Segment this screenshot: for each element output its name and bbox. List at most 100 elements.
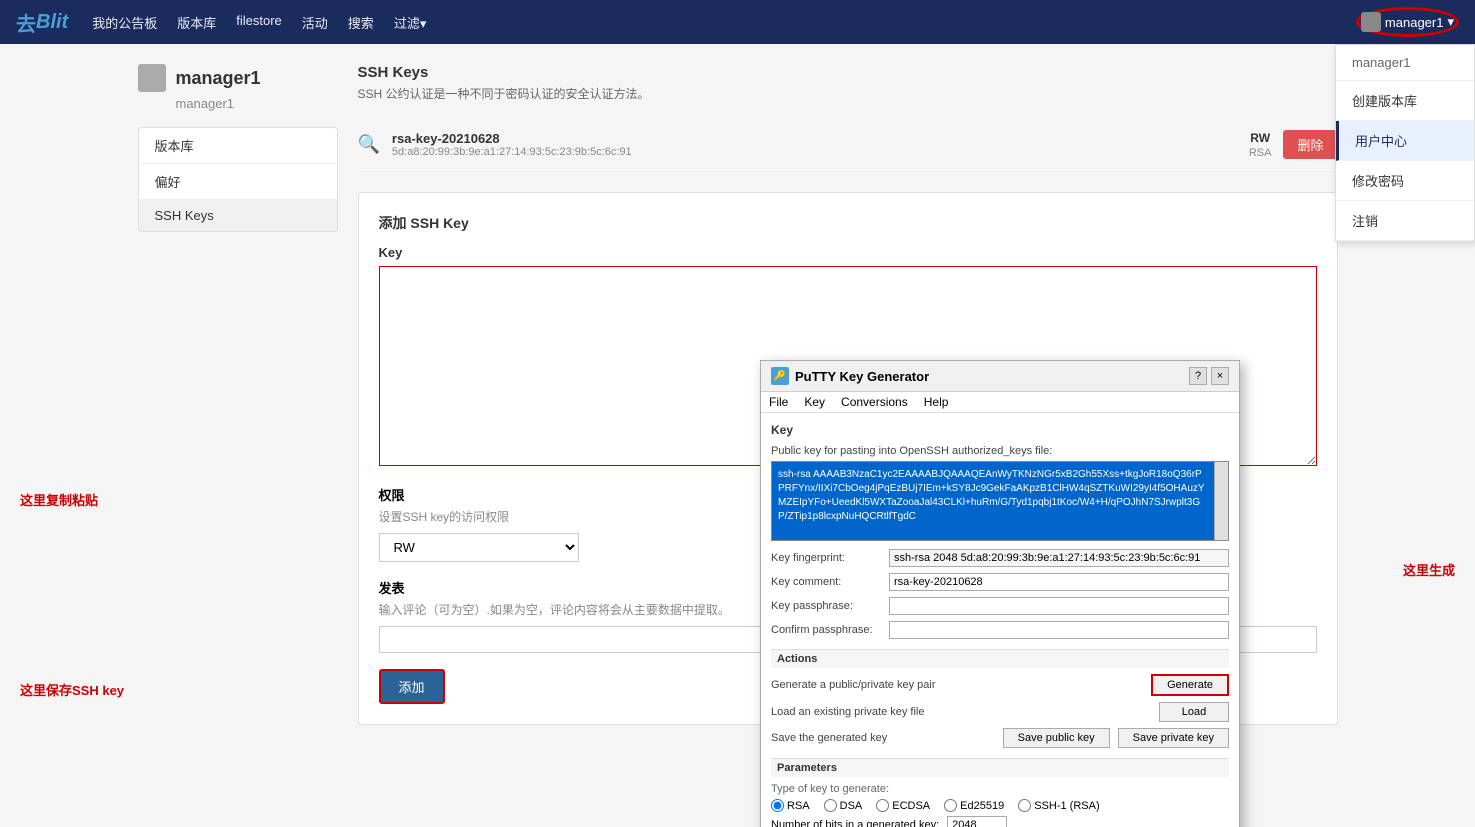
user-avatar — [1361, 12, 1381, 32]
radio-ecdsa-input[interactable] — [876, 799, 889, 812]
putty-save-label: Save the generated key — [771, 732, 995, 744]
permission-rw: RW — [1250, 131, 1270, 145]
radio-rsa[interactable]: RSA — [771, 799, 810, 812]
user-dropdown: manager1 创建版本库 用户中心 修改密码 注销 — [1335, 44, 1475, 242]
putty-comment-input[interactable] — [889, 573, 1229, 591]
putty-generate-label: Generate a public/private key pair — [771, 679, 1143, 691]
putty-public-key-label: Public key for pasting into OpenSSH auth… — [771, 445, 1229, 457]
sidebar-nav: 版本库 偏好 SSH Keys — [138, 127, 338, 232]
avatar — [138, 64, 166, 92]
radio-ed25519[interactable]: Ed25519 — [944, 799, 1004, 812]
dropdown-create-repo[interactable]: 创建版本库 — [1336, 81, 1474, 121]
putty-window: 🔑 PuTTY Key Generator ? × File Key Conve… — [760, 360, 1240, 827]
radio-ssh1-input[interactable] — [1018, 799, 1031, 812]
annotation-copy: 这里复制粘贴 — [20, 490, 98, 509]
putty-menu-file[interactable]: File — [769, 395, 788, 409]
sidebar-item-prefs[interactable]: 偏好 — [139, 164, 337, 200]
ssh-keys-description: SSH 公约认证是一种不同于密码认证的安全认证方法。 — [358, 85, 1338, 102]
radio-dsa[interactable]: DSA — [824, 799, 863, 812]
putty-confirm-row: Confirm passphrase: — [771, 621, 1229, 639]
putty-scrollbar[interactable] — [1214, 462, 1228, 540]
putty-menu-key[interactable]: Key — [804, 395, 825, 409]
user-menu-trigger[interactable]: manager1 ▾ — [1356, 7, 1459, 37]
radio-ed25519-input[interactable] — [944, 799, 957, 812]
radio-ssh1[interactable]: SSH-1 (RSA) — [1018, 799, 1099, 812]
profile-subname: manager1 — [176, 96, 338, 111]
radio-ecdsa-label: ECDSA — [892, 800, 930, 812]
putty-menubar: File Key Conversions Help — [761, 392, 1239, 413]
putty-load-row: Load an existing private key file Load — [771, 702, 1229, 722]
profile-header: manager1 — [138, 64, 338, 92]
annotation-generate: 这里生成 — [1403, 560, 1455, 579]
putty-passphrase-row: Key passphrase: — [771, 597, 1229, 615]
radio-ssh1-label: SSH-1 (RSA) — [1034, 800, 1099, 812]
navbar: 去Blit 我的公告板 版本库 filestore 活动 搜索 过滤▾ mana… — [0, 0, 1475, 44]
annotation-save: 这里保存SSH key — [20, 680, 124, 699]
radio-dsa-label: DSA — [840, 800, 863, 812]
user-button[interactable]: manager1 ▾ — [1356, 7, 1459, 37]
putty-bits-label: Number of bits in a generated key: — [771, 819, 939, 827]
putty-save-public-button[interactable]: Save public key — [1003, 728, 1110, 748]
radio-ed25519-label: Ed25519 — [960, 800, 1004, 812]
key-name: rsa-key-20210628 — [392, 131, 1237, 146]
radio-rsa-label: RSA — [787, 800, 810, 812]
nav-filestore[interactable]: filestore — [236, 13, 282, 32]
nav-search[interactable]: 搜索 — [348, 13, 374, 32]
permissions-select[interactable]: RW R — [379, 533, 579, 562]
dropdown-logout[interactable]: 注销 — [1336, 201, 1474, 241]
dropdown-username: manager1 — [1336, 45, 1474, 81]
putty-title-text: PuTTY Key Generator — [795, 369, 929, 384]
putty-key-section: Key — [771, 423, 1229, 437]
putty-question-button[interactable]: ? — [1189, 367, 1207, 385]
putty-fingerprint-label: Key fingerprint: — [771, 552, 881, 564]
putty-generate-button[interactable]: Generate — [1151, 674, 1229, 696]
putty-menu-help[interactable]: Help — [924, 395, 949, 409]
profile-name: manager1 — [176, 68, 261, 89]
putty-fingerprint-input[interactable] — [889, 549, 1229, 567]
sidebar-item-repos[interactable]: 版本库 — [139, 128, 337, 164]
putty-comment-row: Key comment: — [771, 573, 1229, 591]
putty-actions-section: Actions — [771, 649, 1229, 668]
brand-logo[interactable]: 去Blit — [16, 8, 68, 37]
add-form-title: 添加 SSH Key — [379, 213, 1317, 233]
putty-fingerprint-row: Key fingerprint: — [771, 549, 1229, 567]
radio-dsa-input[interactable] — [824, 799, 837, 812]
putty-body: Key Public key for pasting into OpenSSH … — [761, 413, 1239, 827]
radio-rsa-input[interactable] — [771, 799, 784, 812]
sidebar-item-ssh-keys[interactable]: SSH Keys — [139, 200, 337, 231]
putty-generate-row: Generate a public/private key pair Gener… — [771, 674, 1229, 696]
key-item: 🔍 rsa-key-20210628 5d:a8:20:99:3b:9e:a1:… — [358, 118, 1338, 172]
key-field-label: Key — [379, 245, 1317, 260]
putty-save-row: Save the generated key Save public key S… — [771, 728, 1229, 748]
putty-save-private-button[interactable]: Save private key — [1118, 728, 1229, 748]
permission-type: RSA — [1249, 147, 1272, 159]
putty-bits-input[interactable] — [947, 816, 1007, 827]
putty-passphrase-label: Key passphrase: — [771, 600, 881, 612]
putty-type-label: Type of key to generate: — [771, 783, 1229, 795]
putty-passphrase-input[interactable] — [889, 597, 1229, 615]
profile-section: manager1 manager1 版本库 偏好 SSH Keys — [138, 64, 338, 725]
key-permissions: RW RSA — [1249, 131, 1272, 159]
radio-ecdsa[interactable]: ECDSA — [876, 799, 930, 812]
nav-filter[interactable]: 过滤▾ — [394, 13, 427, 32]
putty-window-controls: ? × — [1189, 367, 1229, 385]
nav-activity[interactable]: 活动 — [302, 13, 328, 32]
putty-titlebar: 🔑 PuTTY Key Generator ? × — [761, 361, 1239, 392]
add-button[interactable]: 添加 — [379, 669, 445, 704]
ssh-keys-title: SSH Keys — [358, 64, 1338, 81]
key-icon: 🔍 — [358, 134, 380, 155]
putty-close-button[interactable]: × — [1211, 367, 1229, 385]
dropdown-change-password[interactable]: 修改密码 — [1336, 161, 1474, 201]
delete-key-button[interactable]: 删除 — [1283, 130, 1337, 159]
putty-public-key-box: ssh-rsa AAAAB3NzaC1yc2EAAAABJQAAAQEAnWyT… — [771, 461, 1229, 541]
putty-confirm-input[interactable] — [889, 621, 1229, 639]
putty-menu-conversions[interactable]: Conversions — [841, 395, 908, 409]
dropdown-user-center[interactable]: 用户中心 — [1336, 121, 1474, 161]
nav-bulletin[interactable]: 我的公告板 — [92, 13, 157, 32]
key-info: rsa-key-20210628 5d:a8:20:99:3b:9e:a1:27… — [392, 131, 1237, 158]
putty-load-button[interactable]: Load — [1159, 702, 1229, 722]
putty-confirm-label: Confirm passphrase: — [771, 624, 881, 636]
main-nav: 我的公告板 版本库 filestore 活动 搜索 过滤▾ — [92, 13, 1356, 32]
nav-repo[interactable]: 版本库 — [177, 13, 216, 32]
putty-app-icon: 🔑 — [771, 367, 789, 385]
